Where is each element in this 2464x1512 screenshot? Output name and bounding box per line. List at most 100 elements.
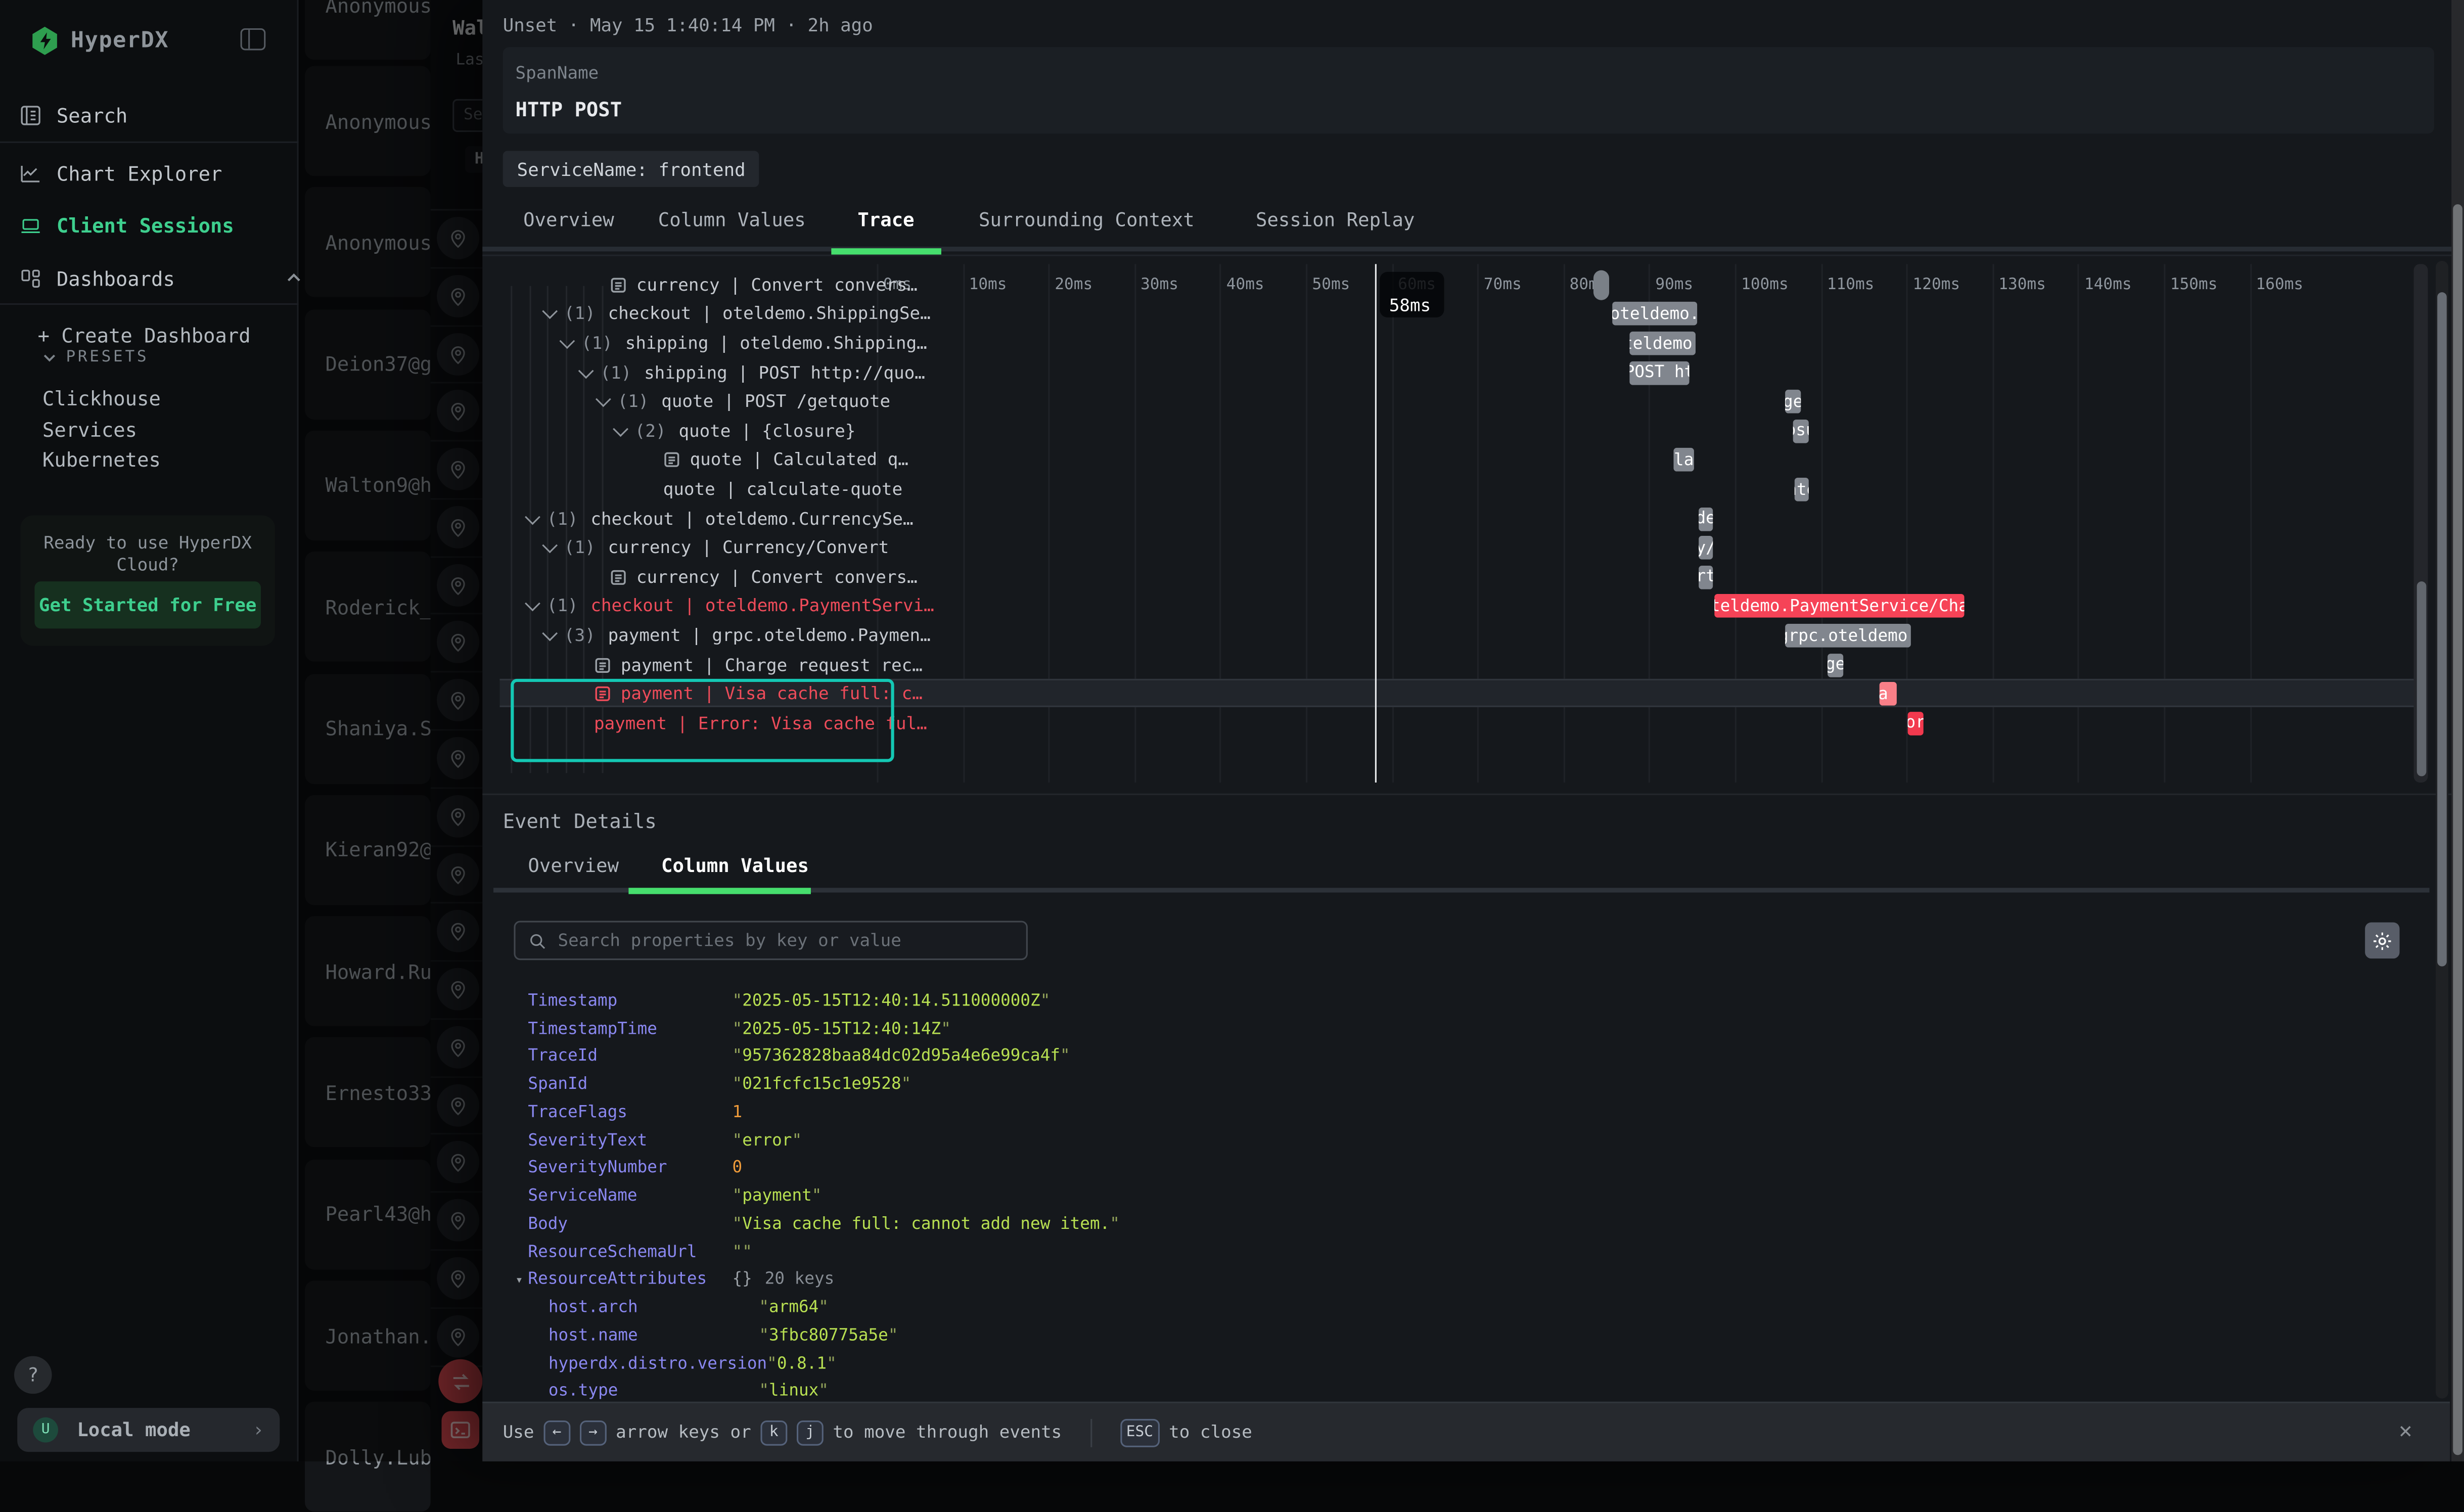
property-row[interactable]: SeverityText"error" [528,1126,2382,1154]
tabbar-border [482,247,2453,251]
span-duration-bar[interactable]: oteldemo.S [1629,332,1696,355]
sidebar-preset-kubernetes[interactable]: Kubernetes [42,448,161,472]
sidebar-item-chart-explorer[interactable]: Chart Explorer [19,162,222,186]
property-row[interactable]: host.arch"arm64" [528,1294,2382,1321]
help-button[interactable]: ? [14,1356,52,1394]
chevron-down-icon[interactable] [525,509,540,524]
trace-span-row[interactable]: currency | Convert convers… [499,563,2413,592]
tab-surrounding-context[interactable]: Surrounding Context [979,209,1195,250]
timeline-scroll-handle[interactable] [1593,270,1609,300]
trace-span-row[interactable]: payment | Charge request rec… [499,650,2413,679]
waterfall-scrollbar[interactable] [2414,264,2428,783]
property-row[interactable]: os.type"linux" [528,1378,2382,1405]
modal-scrollbar[interactable] [2436,261,2448,1398]
property-row[interactable]: TimestampTime"2025-05-15T12:40:14Z" [528,1015,2382,1042]
trace-span-row[interactable]: quote | Calculated q… [499,446,2413,475]
page-scrollbar-thumb[interactable] [2453,204,2462,1455]
presets-toggle[interactable]: PRESETS [42,349,149,366]
sidebar-item-search[interactable]: Search [19,104,127,127]
property-key: host.arch [549,1298,759,1317]
page-scrollbar[interactable] [2451,0,2464,1461]
property-row[interactable]: TraceFlags1 [528,1098,2382,1126]
span-duration-bar[interactable]: Calculated q [1673,448,1694,472]
span-duration-bar[interactable]: oteldemo.PaymentService/Char [1714,594,1964,618]
get-started-button[interactable]: Get Started for Free [34,581,261,628]
close-icon[interactable]: ✕ [2399,1419,2412,1444]
properties-search[interactable]: Search properties by key or value [514,921,1027,960]
property-row[interactable]: SeverityNumber0 [528,1154,2382,1182]
tab-column-values[interactable]: Column Values [658,209,806,250]
service-name-chip[interactable]: ServiceName: frontend [503,151,760,187]
chevron-down-icon[interactable] [596,392,611,407]
trace-span-row[interactable]: (1)shipping | POST http://quo… [499,358,2413,387]
tab-overview[interactable]: Overview [523,209,614,250]
trace-span-row[interactable]: (1)checkout | oteldemo.CurrencySe… [499,504,2413,533]
tab-trace[interactable]: Trace [857,209,914,250]
span-duration-bar[interactable]: Convert conv [1699,565,1713,589]
modal-scrollbar-thumb[interactable] [2437,292,2447,967]
local-mode-menu[interactable]: U Local mode › [17,1408,280,1452]
sidebar-preset-clickhouse[interactable]: Clickhouse [42,387,161,410]
chevron-down-icon[interactable] [613,421,628,437]
span-duration-bar[interactable]: Currency/Convert [1699,536,1713,560]
property-row[interactable]: Timestamp"2025-05-15T12:40:14.511000000Z… [528,987,2382,1015]
waterfall-scrollbar-thumb[interactable] [2416,581,2426,776]
span-duration-bar[interactable]: grpc.oteldemo. [1785,624,1911,648]
trace-span-row[interactable]: (2) quote | {closure} [499,417,2413,446]
sidebar-preset-services[interactable]: Services [42,417,137,441]
ed-tab-overview[interactable]: Overview [528,855,619,877]
span-duration-bar[interactable]: oteldemo.C [1699,507,1713,531]
footer-text: to move through events [833,1422,1062,1442]
property-row[interactable]: TraceId"957362828baa84dc02d95a4e6e99ca4f… [528,1042,2382,1070]
trace-span-row[interactable]: (1)quote | POST /getquote [499,387,2413,417]
sidebar-item-dashboards[interactable]: Dashboards [19,267,302,291]
log-event-icon [663,451,690,469]
property-row[interactable]: hyperdx.distro.version"0.8.1" [528,1349,2382,1377]
chevron-down-icon[interactable] [542,304,558,320]
span-duration-bar[interactable]: Charge req [1828,653,1843,677]
span-duration-bar[interactable]: POST ht [1629,361,1689,385]
property-row[interactable]: Body"Visa cache full: cannot add new ite… [528,1210,2382,1238]
chevron-down-icon[interactable] [542,626,558,642]
trace-span-row[interactable]: (1)checkout | oteldemo.PaymentServi… [499,592,2413,621]
trace-span-row[interactable]: (3)payment | grpc.oteldemo.Paymen… [499,621,2413,650]
span-duration-bar[interactable]: Error: V [1908,711,1924,735]
property-row[interactable]: ResourceSchemaUrl"" [528,1238,2382,1266]
property-key: ResourceSchemaUrl [528,1243,732,1261]
search-placeholder: Search properties by key or value [558,930,901,950]
span-row-label: quote | {closure} [678,421,855,441]
property-key: SeverityNumber [528,1159,732,1177]
child-count: (2) [635,421,666,441]
property-row[interactable]: ▾ResourceAttributes{}20 keys [528,1266,2382,1294]
trace-span-row[interactable]: (1)shipping | oteldemo.Shipping… [499,329,2413,358]
property-value: "arm64" [759,1298,829,1317]
span-duration-bar[interactable]: oteldemo. [1612,302,1697,326]
cloud-promo-card: Ready to use HyperDXCloud? Get Started f… [20,516,275,646]
trace-span-row[interactable]: (1)currency | Currency/Convert [499,533,2413,563]
chevron-down-icon[interactable] [542,538,558,554]
property-row[interactable]: SpanId"021fcfc15c1e9528" [528,1071,2382,1098]
settings-button[interactable] [2365,923,2399,958]
trace-waterfall: 0ms10ms20ms30ms40ms50ms60ms70ms80ms90ms1… [499,264,2413,783]
sidebar-collapse-icon[interactable] [241,28,266,51]
property-row[interactable]: ServiceName"payment" [528,1182,2382,1210]
modal-overlay[interactable] [299,0,484,1461]
span-row-label: quote | POST /getquote [661,392,890,412]
ed-tab-column-values[interactable]: Column Values [661,855,809,877]
tab-session-replay[interactable]: Session Replay [1256,209,1414,250]
sidebar-item-client-sessions[interactable]: Client Sessions [19,214,234,238]
chevron-down-icon[interactable] [559,333,575,349]
create-dashboard-button[interactable]: + Create Dashboard [38,324,251,347]
trace-span-row[interactable]: (1)checkout | oteldemo.ShippingSe… [499,299,2413,329]
log-event-icon [594,656,621,673]
trace-span-row[interactable]: currency | Convert convers… [499,270,2413,300]
property-row[interactable]: host.name"3fbc80775a5e" [528,1321,2382,1349]
trace-span-row[interactable]: quote | calculate-quote [499,475,2413,504]
span-duration-bar[interactable]: POST /getquote [1785,390,1801,414]
chevron-down-icon[interactable] [578,362,594,378]
chevron-down-icon[interactable] [525,597,540,612]
collapse-triangle-icon[interactable]: ▾ [516,1272,523,1287]
span-duration-bar[interactable]: {closure} [1793,419,1809,443]
span-duration-bar[interactable]: Visa cac [1880,682,1897,706]
span-duration-bar[interactable]: calculate-quote [1795,478,1809,501]
